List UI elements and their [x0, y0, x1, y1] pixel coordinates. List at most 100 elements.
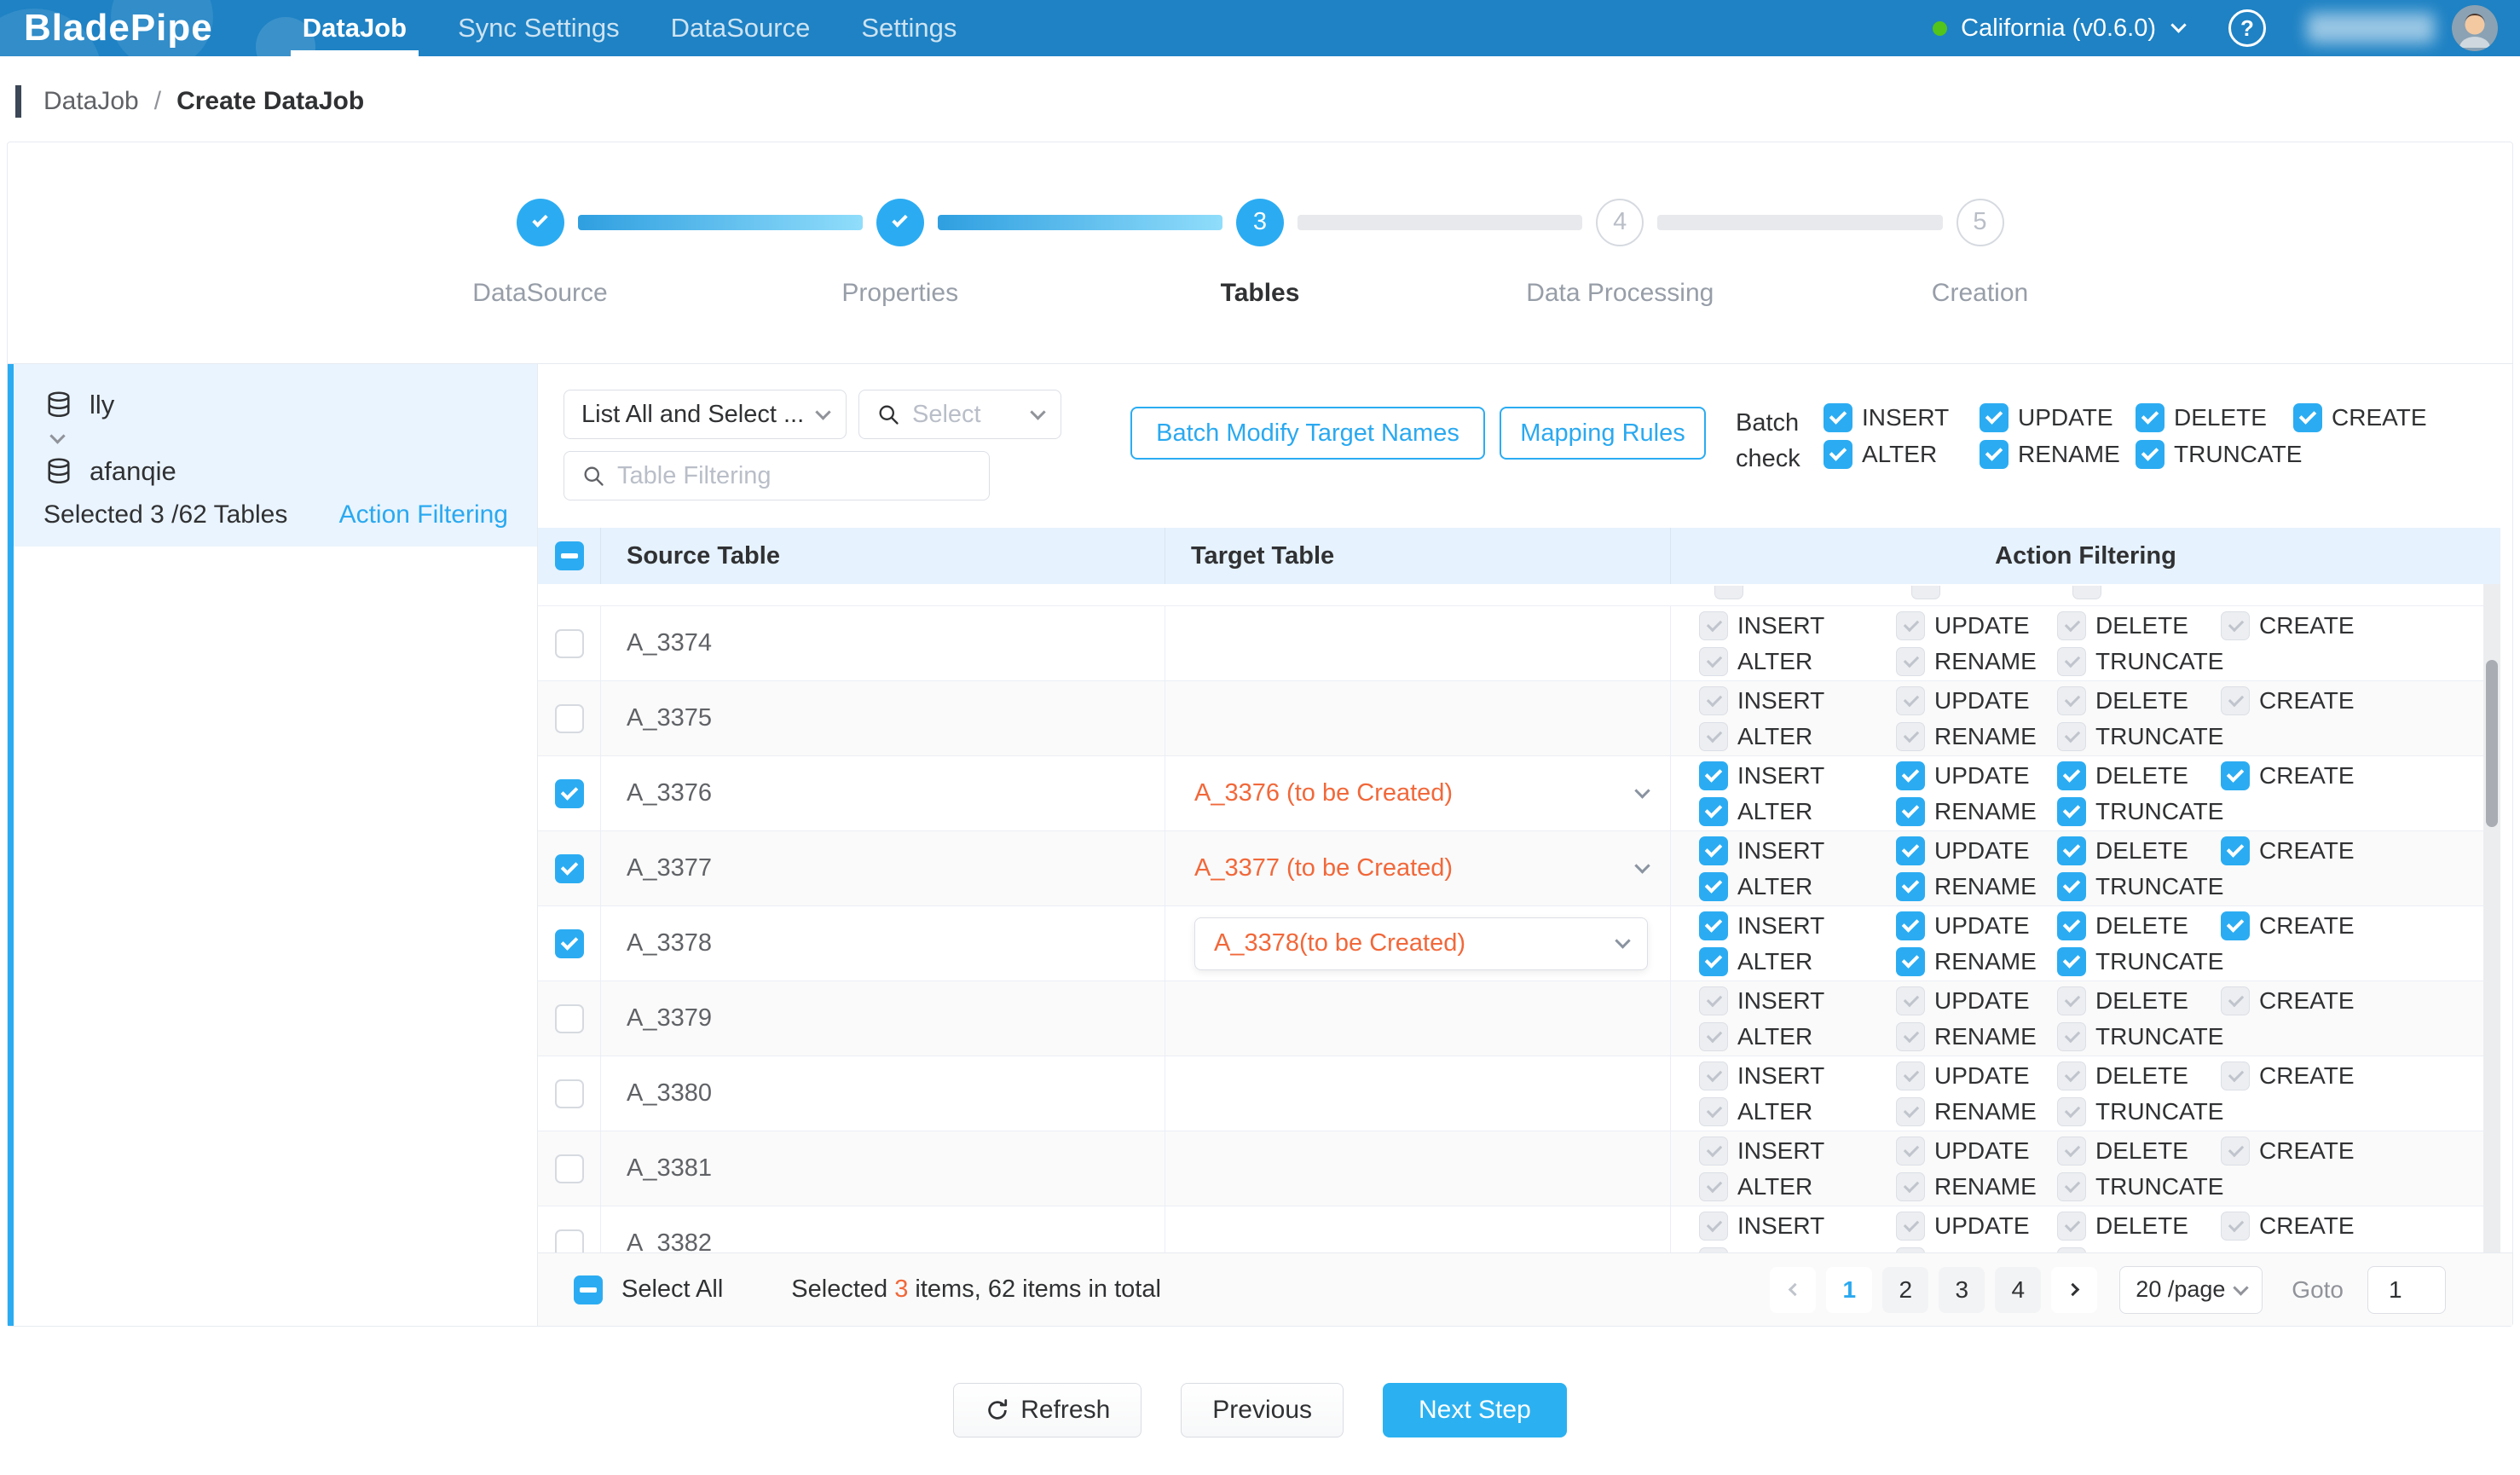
- nav-item-datajob[interactable]: DataJob: [277, 0, 432, 56]
- action-filter-alter[interactable]: ALTER: [1699, 797, 1896, 826]
- row-checkbox[interactable]: [555, 1154, 584, 1183]
- action-checkbox[interactable]: [1980, 403, 2008, 432]
- chevron-down-icon[interactable]: [1634, 858, 1650, 873]
- avatar[interactable]: [2452, 5, 2498, 51]
- list-mode-select[interactable]: List All and Select ...: [564, 390, 847, 439]
- action-filter-rename[interactable]: RENAME: [1896, 797, 2057, 826]
- action-filter-delete[interactable]: DELETE: [2057, 1061, 2221, 1090]
- action-filter-update[interactable]: UPDATE: [1896, 761, 2057, 790]
- breadcrumb-parent[interactable]: DataJob: [43, 87, 139, 116]
- action-filtering-link[interactable]: Action Filtering: [339, 500, 508, 529]
- action-filter-truncate[interactable]: TRUNCATE: [2057, 1172, 2221, 1201]
- action-checkbox[interactable]: [2057, 1172, 2086, 1201]
- action-checkbox[interactable]: [1896, 836, 1925, 865]
- vertical-scrollbar-track[interactable]: [2483, 584, 2500, 1252]
- row-checkbox[interactable]: [555, 1229, 584, 1253]
- action-filter-truncate[interactable]: TRUNCATE: [2057, 947, 2221, 976]
- row-checkbox[interactable]: [555, 704, 584, 733]
- nav-item-datasource[interactable]: DataSource: [645, 0, 836, 56]
- action-filter-update[interactable]: UPDATE: [1896, 1137, 2057, 1166]
- action-checkbox[interactable]: [1896, 1137, 1925, 1166]
- action-filter-create[interactable]: CREATE: [2221, 611, 2355, 640]
- action-checkbox[interactable]: [1699, 986, 1728, 1015]
- action-filter-alter[interactable]: ALTER: [1699, 722, 1896, 751]
- action-checkbox[interactable]: [2057, 647, 2086, 676]
- action-filter-delete[interactable]: DELETE: [2136, 403, 2293, 432]
- action-filter-rename[interactable]: RENAME: [1896, 1172, 2057, 1201]
- page-size-select[interactable]: 20 /page: [2119, 1266, 2263, 1314]
- action-filter-rename[interactable]: RENAME: [1896, 1097, 2057, 1126]
- action-checkbox[interactable]: [1699, 761, 1728, 790]
- action-checkbox[interactable]: [2057, 872, 2086, 901]
- action-checkbox[interactable]: [2057, 1022, 2086, 1051]
- refresh-button[interactable]: Refresh: [953, 1383, 1142, 1437]
- action-checkbox[interactable]: [2057, 947, 2086, 976]
- action-filter-delete[interactable]: DELETE: [2057, 1137, 2221, 1166]
- action-checkbox[interactable]: [2136, 440, 2165, 469]
- action-checkbox[interactable]: [2221, 1212, 2250, 1241]
- action-filter-update[interactable]: UPDATE: [1896, 911, 2057, 940]
- action-checkbox[interactable]: [2057, 1061, 2086, 1090]
- action-checkbox[interactable]: [2221, 1061, 2250, 1090]
- pagination-page-2[interactable]: 2: [1882, 1267, 1928, 1313]
- action-filter-alter[interactable]: ALTER: [1699, 872, 1896, 901]
- action-checkbox[interactable]: [1896, 1061, 1925, 1090]
- action-checkbox[interactable]: [1699, 1097, 1728, 1126]
- action-filter-delete[interactable]: DELETE: [2057, 611, 2221, 640]
- action-checkbox[interactable]: [1896, 761, 1925, 790]
- pagination-page-4[interactable]: 4: [1995, 1267, 2041, 1313]
- action-checkbox[interactable]: [1699, 836, 1728, 865]
- action-checkbox[interactable]: [1896, 611, 1925, 640]
- action-filter-insert[interactable]: INSERT: [1699, 911, 1896, 940]
- cluster-region-label[interactable]: California (v0.6.0): [1961, 14, 2156, 43]
- action-filter-alter[interactable]: ALTER: [1824, 440, 1980, 469]
- action-filter-create[interactable]: CREATE: [2221, 1061, 2355, 1090]
- chevron-down-icon[interactable]: [1634, 783, 1650, 798]
- action-checkbox[interactable]: [1896, 1212, 1925, 1241]
- action-checkbox[interactable]: [1896, 911, 1925, 940]
- action-checkbox[interactable]: [1896, 722, 1925, 751]
- nav-item-settings[interactable]: Settings: [835, 0, 982, 56]
- action-checkbox[interactable]: [1896, 1247, 1925, 1253]
- action-filter-delete[interactable]: DELETE: [2057, 836, 2221, 865]
- action-filter-alter[interactable]: ALTER: [1699, 647, 1896, 676]
- action-checkbox[interactable]: [1896, 1172, 1925, 1201]
- action-filter-delete[interactable]: DELETE: [2057, 1212, 2221, 1241]
- action-checkbox[interactable]: [1699, 1172, 1728, 1201]
- row-checkbox[interactable]: [555, 1079, 584, 1108]
- action-filter-truncate[interactable]: TRUNCATE: [2057, 1097, 2221, 1126]
- action-filter-create[interactable]: CREATE: [2293, 403, 2427, 432]
- row-checkbox[interactable]: [555, 1004, 584, 1033]
- action-checkbox[interactable]: [1699, 1247, 1728, 1253]
- action-filter-rename[interactable]: RENAME: [1896, 872, 2057, 901]
- action-filter-alter[interactable]: ALTER: [1699, 1247, 1896, 1253]
- action-filter-create[interactable]: CREATE: [2221, 836, 2355, 865]
- action-checkbox[interactable]: [1699, 1212, 1728, 1241]
- action-checkbox[interactable]: [1896, 872, 1925, 901]
- previous-button[interactable]: Previous: [1181, 1383, 1344, 1437]
- action-checkbox[interactable]: [1699, 1137, 1728, 1166]
- action-checkbox[interactable]: [2221, 911, 2250, 940]
- table-select-dropdown[interactable]: Select: [858, 390, 1061, 439]
- action-filter-insert[interactable]: INSERT: [1699, 1212, 1896, 1241]
- action-filter-truncate[interactable]: TRUNCATE: [2057, 647, 2221, 676]
- action-filter-update[interactable]: UPDATE: [1896, 986, 2057, 1015]
- row-checkbox[interactable]: [555, 629, 584, 658]
- action-checkbox[interactable]: [1896, 986, 1925, 1015]
- action-filter-truncate[interactable]: TRUNCATE: [2057, 1022, 2221, 1051]
- action-checkbox[interactable]: [2136, 403, 2165, 432]
- action-filter-rename[interactable]: RENAME: [1896, 1247, 2057, 1253]
- action-checkbox[interactable]: [2057, 686, 2086, 715]
- help-icon[interactable]: ?: [2228, 9, 2266, 47]
- action-checkbox[interactable]: [2057, 611, 2086, 640]
- action-filter-delete[interactable]: DELETE: [2057, 911, 2221, 940]
- action-checkbox[interactable]: [1699, 797, 1728, 826]
- action-filter-insert[interactable]: INSERT: [1699, 611, 1896, 640]
- action-checkbox[interactable]: [2221, 986, 2250, 1015]
- action-filter-insert[interactable]: INSERT: [1699, 1061, 1896, 1090]
- action-filter-rename[interactable]: RENAME: [1896, 647, 2057, 676]
- action-checkbox[interactable]: [2057, 797, 2086, 826]
- action-filter-create[interactable]: CREATE: [2221, 986, 2355, 1015]
- action-filter-truncate[interactable]: TRUNCATE: [2057, 797, 2221, 826]
- action-checkbox[interactable]: [1699, 911, 1728, 940]
